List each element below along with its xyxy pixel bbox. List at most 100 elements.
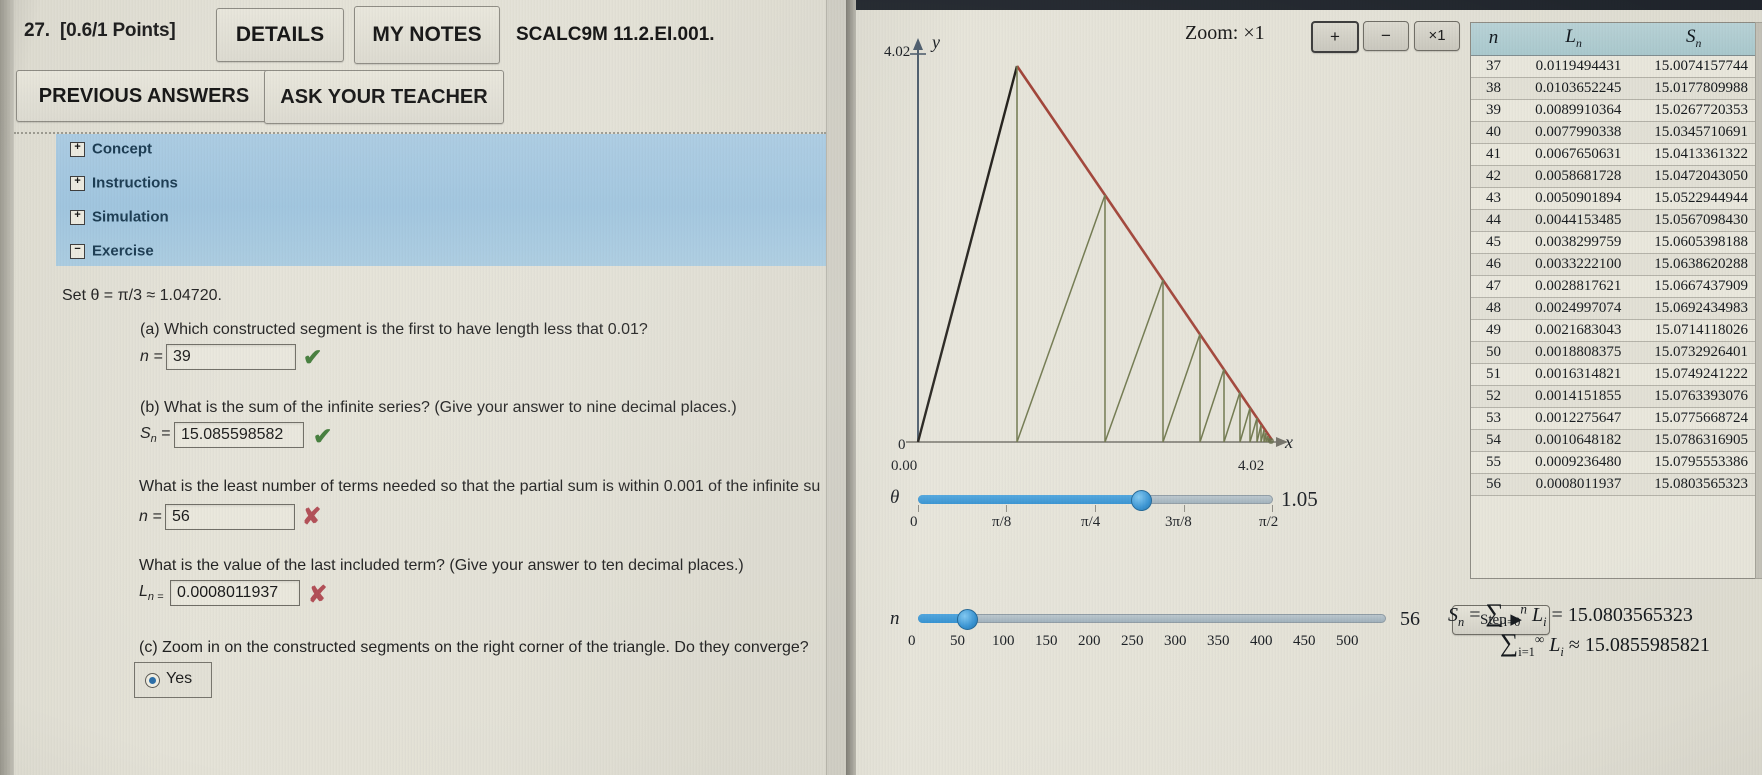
cell-Sn: 15.0803565323 [1631, 473, 1756, 496]
cell-Ln: 0.0077990338 [1515, 121, 1632, 144]
cell-Sn: 15.0074157744 [1631, 55, 1756, 78]
accordion-item-exercise[interactable]: − Exercise [70, 242, 154, 266]
cell-Sn: 15.0786316905 [1631, 429, 1756, 452]
accordion-item-simulation[interactable]: + Simulation [70, 208, 169, 232]
table-row[interactable]: 38 0.0103652245 15.0177809988 [1471, 77, 1756, 100]
accordion-label: Simulation [92, 208, 169, 226]
formula-infinite-sum: ∑i=1∞ Li ≈ 15.0855985821 [1500, 628, 1710, 659]
cell-Ln: 0.0103652245 [1515, 77, 1632, 100]
cell-Sn: 15.0605398188 [1631, 231, 1756, 254]
part-a-label: n = [140, 348, 163, 365]
table-row[interactable]: 56 0.0008011937 15.0803565323 [1471, 473, 1756, 496]
table-body: 37 0.0119494431 15.0074157744 38 0.010365224… [1471, 55, 1756, 496]
zoom-in-button[interactable]: + [1311, 21, 1359, 53]
theta-slider-knob[interactable] [1131, 490, 1152, 511]
formula-partial-sum: Sn = ∑i=0n Li = 15.0803565323 [1448, 598, 1693, 629]
n-slider-track[interactable] [918, 614, 1386, 623]
table-row[interactable]: 46 0.0033222100 15.0638620288 [1471, 253, 1756, 276]
table-row[interactable]: 40 0.0077990338 15.0345710691 [1471, 121, 1756, 144]
n-slider-knob[interactable] [957, 609, 978, 630]
n-tick-label: 400 [1250, 633, 1273, 649]
y-axis-max-tick: 4.02 [884, 44, 911, 60]
n-slider-label: n [890, 608, 900, 629]
collapse-icon[interactable]: − [70, 243, 85, 259]
cell-n: 55 [1471, 451, 1516, 474]
zoom-out-button[interactable]: − [1363, 21, 1409, 51]
table-row[interactable]: 49 0.0021683043 15.0714118026 [1471, 319, 1756, 342]
cell-Sn: 15.0177809988 [1631, 77, 1756, 100]
part-b-correct-icon: ✔ [313, 423, 333, 449]
cell-Ln: 0.0009236480 [1515, 451, 1632, 474]
table-row[interactable]: 43 0.0050901894 15.0522944944 [1471, 187, 1756, 210]
table-row[interactable]: 45 0.0038299759 15.0605398188 [1471, 231, 1756, 254]
expand-icon[interactable]: + [70, 175, 85, 191]
table-row[interactable]: 50 0.0018808375 15.0732926401 [1471, 341, 1756, 364]
table-row[interactable]: 51 0.0016314821 15.0749241222 [1471, 363, 1756, 386]
cell-n: 52 [1471, 385, 1516, 408]
table-row[interactable]: 44 0.0044153485 15.0567098430 [1471, 209, 1756, 232]
left-panel-scrollbar[interactable] [826, 0, 847, 775]
details-button[interactable]: DETAILS [216, 8, 344, 62]
table-row[interactable]: 42 0.0058681728 15.0472043050 [1471, 165, 1756, 188]
part-c-yes-label: Yes [166, 670, 193, 687]
part-b3-incorrect-icon: ✘ [308, 581, 328, 607]
expand-icon[interactable]: + [70, 209, 85, 225]
cell-Sn: 15.0795553386 [1631, 451, 1756, 474]
formula-partial-value: 15.0803565323 [1567, 604, 1693, 626]
previous-answers-button[interactable]: PREVIOUS ANSWERS [16, 70, 272, 122]
table-header-row: n Ln Sn [1471, 23, 1756, 56]
cell-Sn: 15.0732926401 [1631, 341, 1756, 364]
table-row[interactable]: 37 0.0119494431 15.0074157744 [1471, 55, 1756, 78]
table-row[interactable]: 47 0.0028817621 15.0667437909 [1471, 275, 1756, 298]
x-axis-label: x [1285, 432, 1293, 452]
cell-n: 38 [1471, 77, 1516, 100]
table-scrollbar[interactable] [1755, 22, 1762, 579]
part-c-yes-option[interactable]: Yes [134, 662, 212, 698]
part-b3-input[interactable] [170, 580, 300, 606]
ask-your-teacher-button[interactable]: ASK YOUR TEACHER [264, 70, 504, 124]
cell-Sn: 15.0267720353 [1631, 99, 1756, 122]
accordion-item-concept[interactable]: + Concept [70, 140, 152, 164]
cell-n: 53 [1471, 407, 1516, 430]
theta-tick-label: π/2 [1259, 514, 1279, 530]
table-row[interactable]: 54 0.0010648182 15.0786316905 [1471, 429, 1756, 452]
table-row[interactable]: 48 0.0024997074 15.0692434983 [1471, 297, 1756, 320]
cell-Sn: 15.0522944944 [1631, 187, 1756, 210]
problem-header: 27. [0.6/1 Points] [24, 20, 176, 42]
cell-n: 42 [1471, 165, 1516, 188]
part-a-correct-icon: ✔ [303, 344, 323, 370]
cell-n: 39 [1471, 99, 1516, 122]
table-row[interactable]: 39 0.0089910364 15.0267720353 [1471, 99, 1756, 122]
part-b-input[interactable] [174, 422, 304, 448]
theta-tick-label: 3π/8 [1165, 514, 1192, 530]
part-b2-input[interactable] [165, 504, 295, 530]
simulation-plot[interactable] [880, 28, 1300, 458]
part-a-input[interactable] [166, 344, 296, 370]
table-row[interactable]: 53 0.0012275647 15.0775668724 [1471, 407, 1756, 430]
cell-Sn: 15.0413361322 [1631, 143, 1756, 166]
theta-tickmark [1184, 505, 1185, 512]
table-row[interactable]: 52 0.0014151855 15.0763393076 [1471, 385, 1756, 408]
table-row[interactable]: 55 0.0009236480 15.0795553386 [1471, 451, 1756, 474]
radio-yes-icon[interactable] [145, 673, 160, 688]
accordion-label: Exercise [92, 242, 154, 260]
my-notes-button[interactable]: MY NOTES [354, 6, 500, 64]
cell-n: 41 [1471, 143, 1516, 166]
accordion-sections: + Concept + Instructions + Simulation − Exer… [56, 134, 826, 266]
cell-n: 44 [1471, 209, 1516, 232]
table-row[interactable]: 41 0.0067650631 15.0413361322 [1471, 143, 1756, 166]
accordion-item-instructions[interactable]: + Instructions [70, 174, 178, 198]
panel-right-edge [846, 0, 856, 775]
expand-icon[interactable]: + [70, 141, 85, 157]
series-table[interactable]: n Ln Sn 37 0.0119494431 15.0074157744 38 0.0… [1470, 22, 1757, 579]
cell-Sn: 15.0749241222 [1631, 363, 1756, 386]
assignment-panel: 27. [0.6/1 Points] DETAILS MY NOTES SCAL… [0, 0, 847, 775]
zoom-reset-button[interactable]: ×1 [1414, 21, 1460, 51]
part-b3-prompt: What is the value of the last included t… [139, 557, 744, 574]
n-tick-label: 350 [1207, 633, 1230, 649]
exercise-setup-text: Set θ = π/3 ≈ 1.04720. [62, 287, 222, 304]
part-b2-incorrect-icon: ✘ [302, 503, 322, 529]
n-tick-label: 50 [950, 633, 965, 649]
n-tick-label: 150 [1035, 633, 1058, 649]
column-header-Sn: Sn [1631, 23, 1756, 56]
